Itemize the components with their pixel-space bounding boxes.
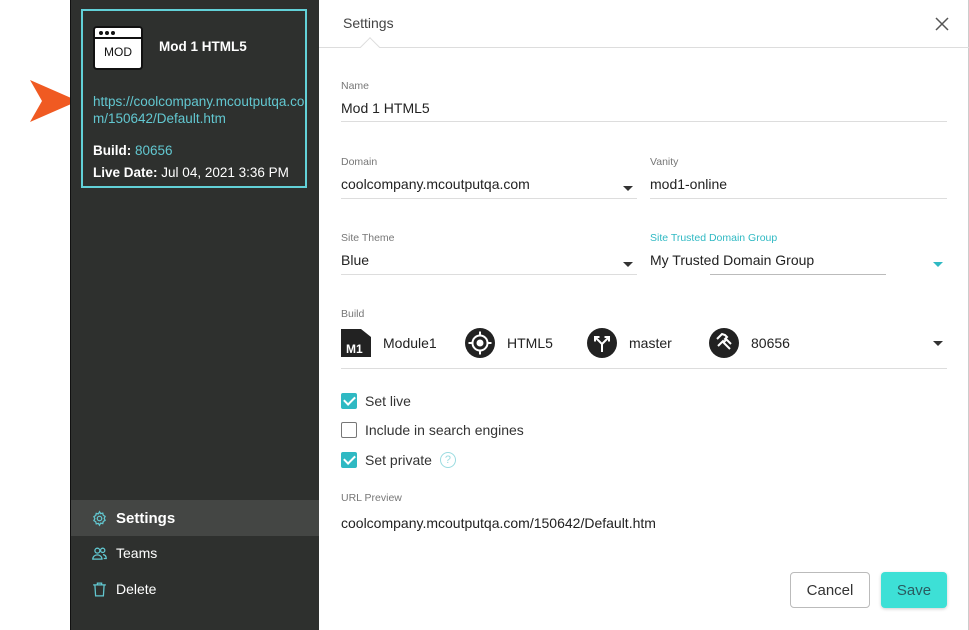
build-target: HTML5 — [465, 328, 587, 358]
users-icon — [91, 545, 108, 562]
module-title: Mod 1 HTML5 — [159, 39, 247, 54]
module-live-date: Live Date: Jul 04, 2021 3:36 PM — [93, 165, 289, 180]
tab-divider — [319, 47, 969, 48]
build-project-label: Module1 — [383, 335, 437, 351]
chevron-down-icon[interactable] — [933, 341, 943, 346]
gear-icon — [91, 509, 108, 527]
site-theme-value[interactable]: Blue — [341, 252, 637, 272]
cancel-button[interactable]: Cancel — [790, 572, 870, 608]
name-field[interactable]: Name Mod 1 HTML5 — [341, 80, 947, 122]
module-url-link[interactable]: https://coolcompany.mcoutputqa.com/15064… — [93, 93, 305, 127]
build-project: M1 Module1 — [341, 329, 465, 357]
build-summary[interactable]: M1 Module1 HTML5 master 80656 — [341, 328, 829, 358]
nav-item-teams[interactable]: Teams — [71, 535, 320, 571]
build-number-label: 80656 — [751, 335, 790, 351]
branch-icon — [587, 328, 617, 358]
nav-teams-label: Teams — [116, 545, 158, 561]
build-label: Build: — [93, 143, 132, 158]
tab-settings[interactable]: Settings — [343, 15, 394, 31]
live-date-label: Live Date: — [93, 165, 158, 180]
set-live-label: Set live — [365, 393, 411, 409]
url-preview-label: URL Preview — [341, 492, 402, 504]
checkbox-checked[interactable] — [341, 393, 357, 409]
chevron-down-icon[interactable] — [623, 186, 633, 191]
module-build: Build: 80656 — [93, 143, 173, 158]
build-link[interactable]: 80656 — [135, 143, 173, 158]
set-live-checkbox[interactable]: Set live — [341, 393, 411, 409]
tab-indicator — [360, 37, 380, 57]
sidebar: MOD Mod 1 HTML5 https://coolcompany.mcou… — [70, 0, 320, 630]
trusted-domain-group-select[interactable]: Site Trusted Domain Group My Trusted Dom… — [650, 232, 947, 275]
site-theme-select[interactable]: Site Theme Blue — [341, 232, 637, 275]
build-field-label: Build — [341, 308, 365, 320]
chevron-down-icon[interactable] — [933, 262, 943, 267]
vanity-field[interactable]: Vanity mod1-online — [650, 156, 947, 199]
nav-item-settings[interactable]: Settings — [71, 500, 320, 536]
set-private-label: Set private — [365, 452, 432, 468]
close-icon[interactable] — [933, 15, 951, 33]
nav-delete-label: Delete — [116, 581, 157, 597]
include-search-checkbox[interactable]: Include in search engines — [341, 422, 524, 438]
url-preview: URL Preview coolcompany.mcoutputqa.com/1… — [341, 492, 947, 535]
trusted-domain-group-label: Site Trusted Domain Group — [650, 232, 778, 244]
module-card: MOD Mod 1 HTML5 https://coolcompany.mcou… — [81, 9, 307, 188]
include-search-label: Include in search engines — [365, 422, 524, 438]
name-label: Name — [341, 80, 370, 92]
trash-icon — [91, 581, 108, 598]
domain-value[interactable]: coolcompany.mcoutputqa.com — [341, 176, 637, 196]
checkbox-unchecked[interactable] — [341, 422, 357, 438]
nav-settings-label: Settings — [116, 509, 176, 527]
trusted-domain-group-value[interactable]: My Trusted Domain Group — [650, 252, 947, 272]
name-value[interactable]: Mod 1 HTML5 — [341, 100, 947, 120]
settings-panel: Settings Name Mod 1 HTML5 Domain coolcom… — [319, 0, 969, 630]
nav-item-delete[interactable]: Delete — [71, 571, 320, 607]
module-icon-label: MOD — [104, 45, 132, 59]
set-private-checkbox[interactable]: Set private ? — [341, 452, 456, 468]
focus-underline — [710, 274, 886, 275]
vanity-label: Vanity — [650, 156, 679, 168]
checkbox-checked[interactable] — [341, 452, 357, 468]
build-branch: master — [587, 328, 709, 358]
m1-badge-text: M1 — [346, 342, 363, 356]
live-date-value: Jul 04, 2021 3:36 PM — [161, 165, 289, 180]
chevron-down-icon[interactable] — [623, 262, 633, 267]
build-select[interactable]: Build M1 Module1 HTML5 master 80656 — [341, 308, 947, 369]
build-target-label: HTML5 — [507, 335, 553, 351]
domain-label: Domain — [341, 156, 378, 168]
hammer-icon — [709, 328, 739, 358]
build-number: 80656 — [709, 328, 829, 358]
help-icon[interactable]: ? — [439, 452, 456, 468]
domain-select[interactable]: Domain coolcompany.mcoutputqa.com — [341, 156, 637, 199]
module-icon: MOD — [93, 26, 143, 70]
project-m1-icon: M1 — [341, 329, 371, 357]
build-branch-label: master — [629, 335, 672, 351]
site-theme-label: Site Theme — [341, 232, 395, 244]
target-icon — [465, 328, 495, 358]
save-button[interactable]: Save — [881, 572, 947, 608]
vanity-value[interactable]: mod1-online — [650, 176, 947, 196]
url-preview-value: coolcompany.mcoutputqa.com/150642/Defaul… — [341, 515, 656, 531]
